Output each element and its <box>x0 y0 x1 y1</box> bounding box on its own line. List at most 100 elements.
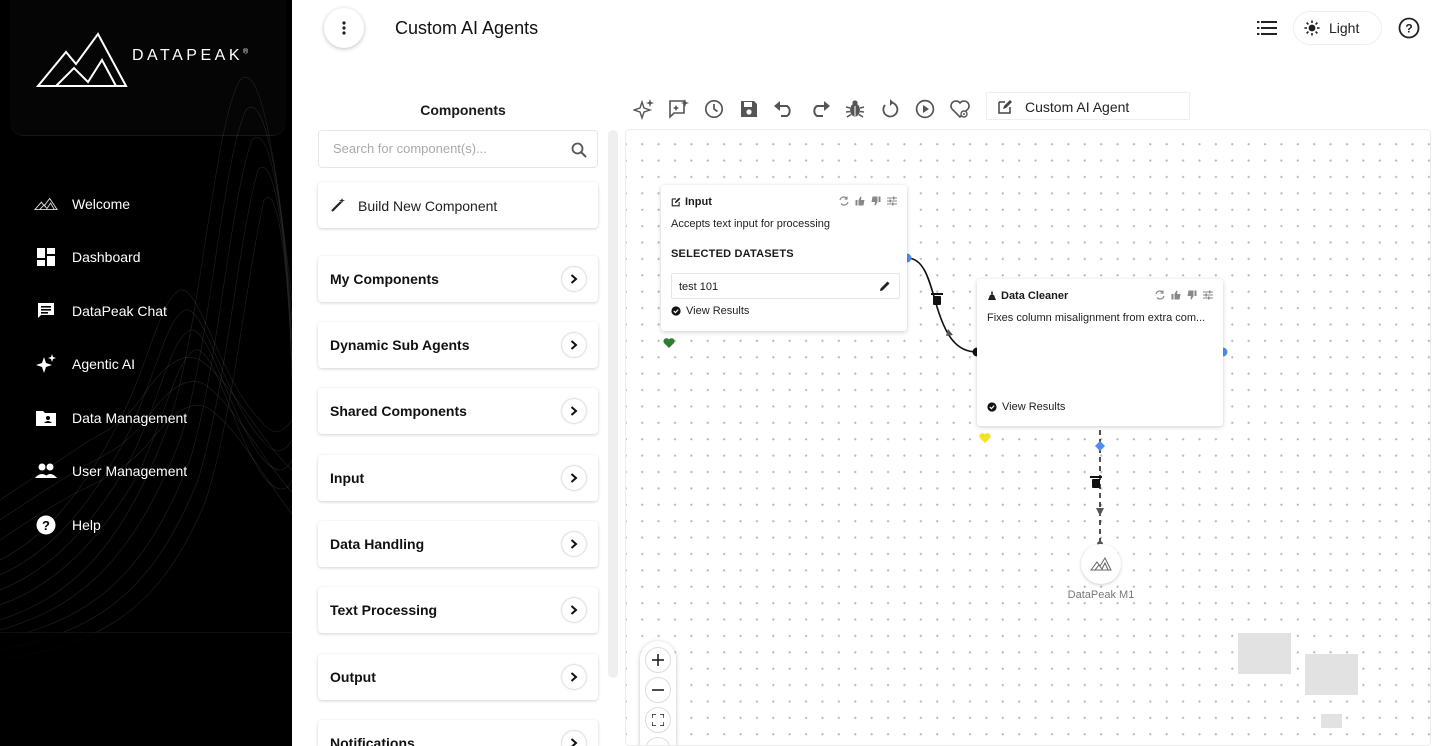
agent-name-field[interactable]: Custom AI Agent <box>986 92 1190 120</box>
component-search-field[interactable] <box>318 130 598 168</box>
nav-item-welcome[interactable]: Welcome <box>0 184 292 224</box>
refresh-icon[interactable] <box>839 196 849 206</box>
edge-input-to-cleaner <box>906 257 978 353</box>
app-root: DATAPEAK® Welcome Dashboard DataPeak Cha… <box>0 0 1440 746</box>
thumbs-down-icon[interactable] <box>1187 290 1197 300</box>
zoom-in-button[interactable] <box>645 647 671 673</box>
more-menu-button[interactable] <box>324 8 364 48</box>
list-view-icon[interactable] <box>1256 18 1278 38</box>
node-actions <box>1155 290 1213 300</box>
datapeak-m1-node[interactable] <box>1081 544 1121 584</box>
category-shared-components[interactable]: Shared Components <box>318 388 598 434</box>
chat-icon <box>34 299 58 323</box>
pencil-icon[interactable] <box>879 280 891 292</box>
undo-icon[interactable] <box>772 97 796 121</box>
play-icon[interactable] <box>913 97 937 121</box>
sparkle-icon[interactable] <box>632 97 656 121</box>
status-heart-yellow-icon <box>979 433 991 443</box>
data-cleaner-node[interactable]: Data Cleaner Fixes column misalignment f… <box>977 279 1223 426</box>
edit-icon <box>671 197 681 207</box>
category-my-components[interactable]: My Components <box>318 256 598 302</box>
status-heart-green-icon <box>663 338 675 348</box>
zoom-out-button[interactable] <box>645 677 671 703</box>
help-circle-icon[interactable]: ? <box>1398 17 1420 39</box>
datapeak-logo-icon <box>36 32 128 87</box>
input-node-description: Accepts text input for processing <box>671 218 830 230</box>
edit-icon <box>998 100 1012 114</box>
category-label: My Components <box>330 271 439 287</box>
category-label: Data Handling <box>330 536 425 552</box>
category-label: Output <box>330 669 376 685</box>
agent-name-label: Custom AI Agent <box>1025 99 1130 115</box>
workflow-canvas[interactable]: Input Accepts text input for processing … <box>625 129 1431 746</box>
users-icon <box>34 459 58 483</box>
tune-icon[interactable] <box>1203 290 1213 300</box>
category-output[interactable]: Output <box>318 654 598 700</box>
chevron-right-icon[interactable] <box>562 532 586 556</box>
reset-icon[interactable] <box>878 97 902 121</box>
chevron-right-icon[interactable] <box>562 333 586 357</box>
view-results-link[interactable]: View Results <box>671 305 749 317</box>
category-input[interactable]: Input <box>318 455 598 501</box>
history-icon[interactable] <box>702 97 726 121</box>
heart-settings-icon[interactable] <box>948 97 972 121</box>
delete-edge-icon <box>931 293 943 305</box>
nav-item-dashboard[interactable]: Dashboard <box>0 237 292 277</box>
svg-text:?: ? <box>1405 22 1412 36</box>
chevron-right-icon[interactable] <box>562 466 586 490</box>
magic-wand-icon <box>331 198 345 212</box>
category-label: Input <box>330 470 365 486</box>
thumbs-down-icon[interactable] <box>871 196 881 206</box>
search-icon[interactable] <box>571 142 587 158</box>
more-vertical-icon <box>342 21 346 35</box>
nav-item-user-management[interactable]: User Management <box>0 451 292 491</box>
cleaner-icon <box>988 291 996 300</box>
build-new-component-label: Build New Component <box>358 198 498 214</box>
input-node-title: Input <box>671 196 712 208</box>
sparkle-icon <box>34 352 58 376</box>
theme-label: Light <box>1329 20 1360 36</box>
fit-view-button[interactable] <box>645 707 671 733</box>
ai-chat-icon[interactable] <box>667 97 691 121</box>
category-text-processing[interactable]: Text Processing <box>318 587 598 633</box>
check-circle-icon <box>671 306 681 316</box>
input-node[interactable]: Input Accepts text input for processing … <box>661 185 907 331</box>
chevron-right-icon[interactable] <box>562 598 586 622</box>
data-cleaner-node-title: Data Cleaner <box>987 290 1068 302</box>
category-dynamic-sub-agents[interactable]: Dynamic Sub Agents <box>318 322 598 368</box>
thumbs-up-icon[interactable] <box>855 196 865 206</box>
sidebar-footer <box>0 632 292 746</box>
nav-item-help[interactable]: ? Help <box>0 505 292 545</box>
check-circle-icon <box>987 402 997 412</box>
zoom-controls <box>640 641 676 745</box>
redo-icon[interactable] <box>808 97 832 121</box>
save-icon[interactable] <box>737 97 761 121</box>
data-cleaner-description: Fixes column misalignment from extra com… <box>987 312 1206 324</box>
chevron-right-icon[interactable] <box>562 267 586 291</box>
thumbs-up-icon[interactable] <box>1171 290 1181 300</box>
category-data-handling[interactable]: Data Handling <box>318 521 598 567</box>
view-results-link[interactable]: View Results <box>987 401 1065 413</box>
build-new-component-button[interactable]: Build New Component <box>318 182 598 228</box>
chevron-right-icon[interactable] <box>562 665 586 689</box>
chevron-right-icon[interactable] <box>562 731 586 746</box>
plus-icon <box>652 654 664 666</box>
nav-label: User Management <box>72 463 188 479</box>
dataset-item[interactable]: test 101 <box>671 273 900 299</box>
nav-item-data-management[interactable]: Data Management <box>0 398 292 438</box>
datapeak-m1-label: DataPeak M1 <box>1067 589 1135 601</box>
component-search-input[interactable] <box>333 141 553 156</box>
category-notifications[interactable]: Notifications <box>318 720 598 746</box>
brand-name: DATAPEAK® <box>132 47 249 64</box>
lock-view-button[interactable] <box>645 737 671 745</box>
refresh-icon[interactable] <box>1155 290 1165 300</box>
category-label: Notifications <box>330 735 415 746</box>
handle-cleaner-bottom <box>1095 441 1105 451</box>
chevron-right-icon[interactable] <box>562 399 586 423</box>
tune-icon[interactable] <box>887 196 897 206</box>
nav-item-datapeak-chat[interactable]: DataPeak Chat <box>0 291 292 331</box>
components-scrollbar[interactable] <box>608 130 618 678</box>
bug-icon[interactable] <box>843 97 867 121</box>
nav-item-agentic-ai[interactable]: Agentic AI <box>0 344 292 384</box>
theme-toggle-button[interactable]: Light <box>1294 12 1381 44</box>
